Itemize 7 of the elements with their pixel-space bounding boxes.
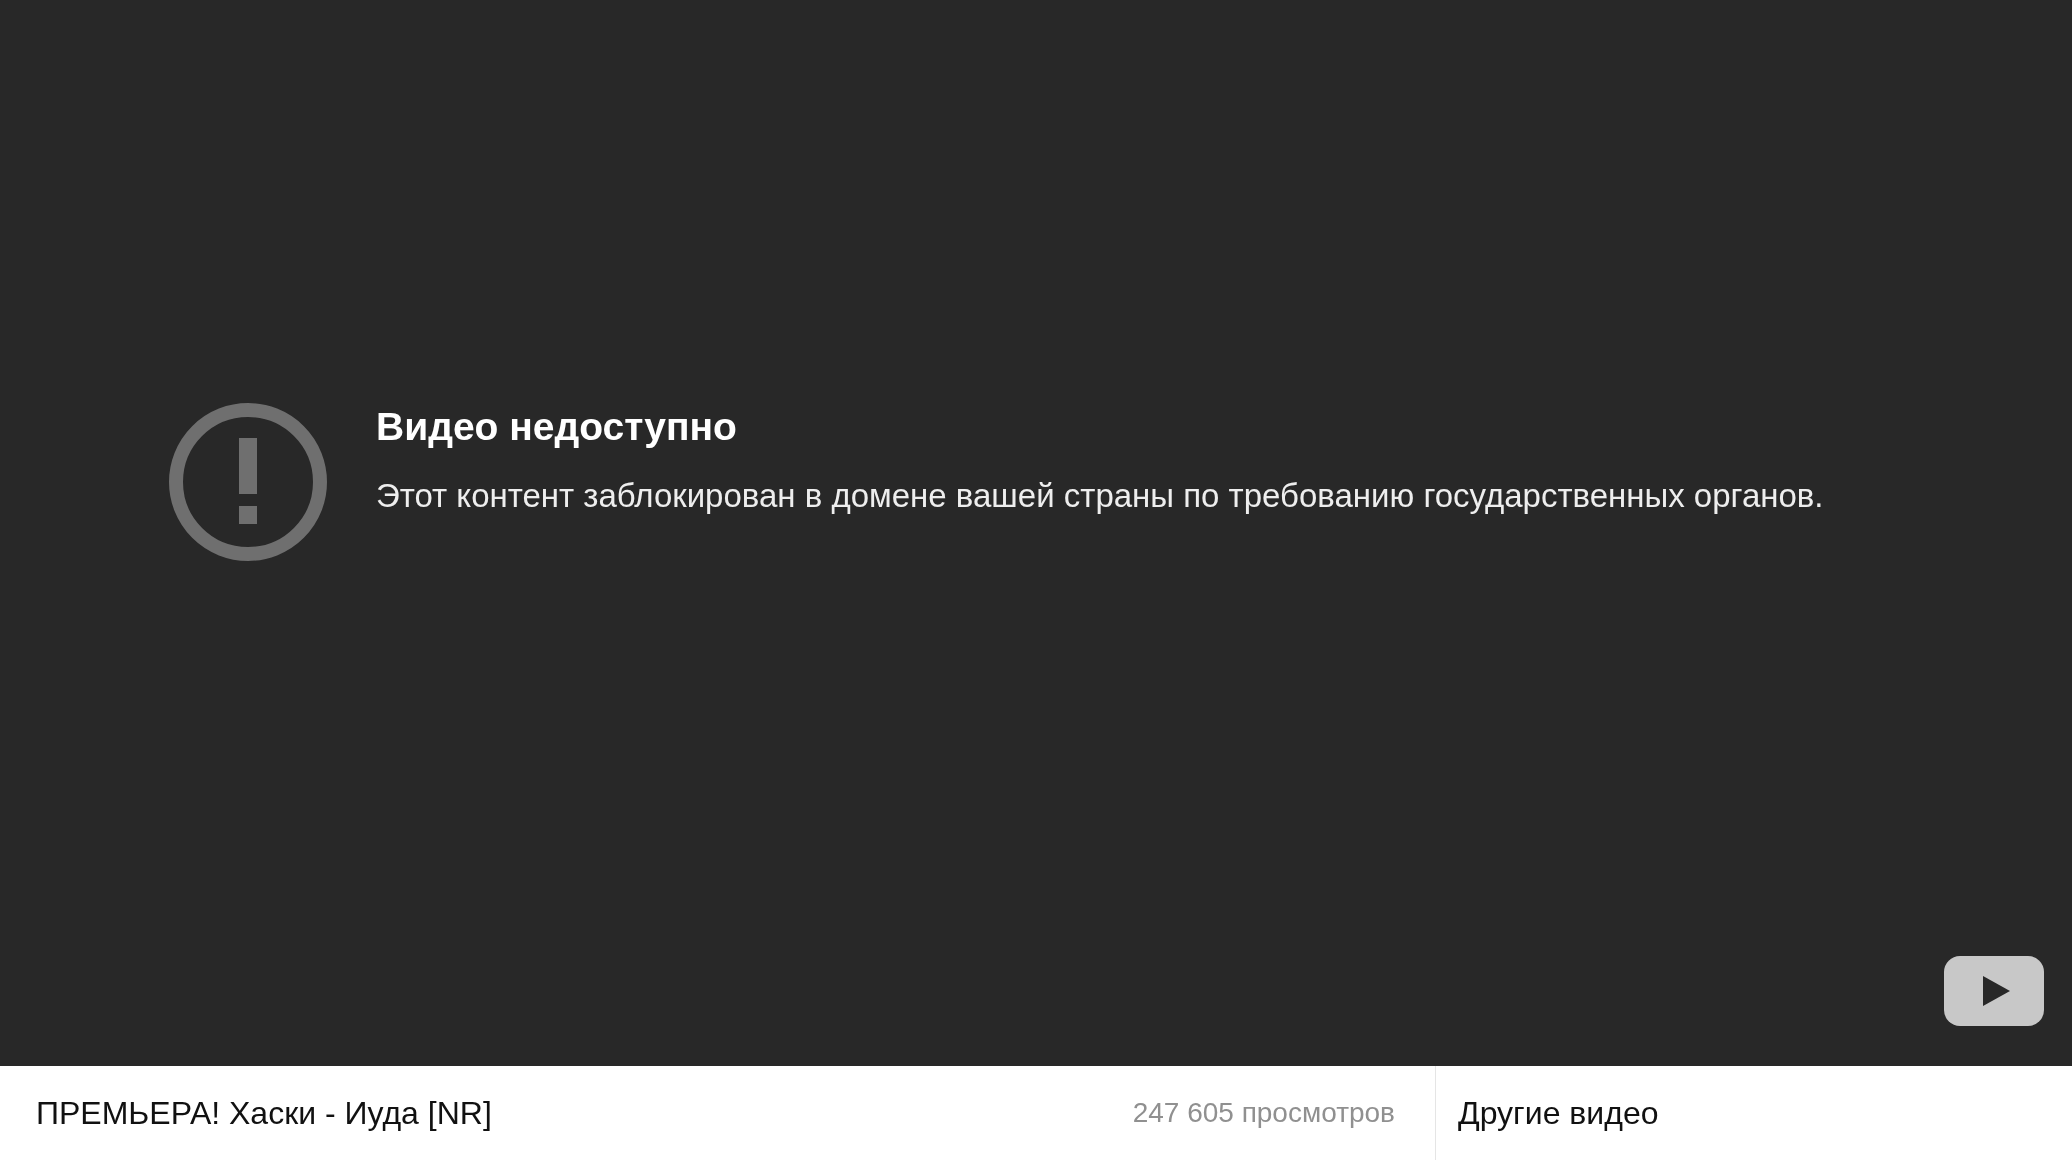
video-title: ПРЕМЬЕРА! Хаски - Иуда [NR] (36, 1094, 492, 1132)
error-title: Видео недоступно (376, 404, 738, 450)
play-logo-icon[interactable] (1944, 956, 2044, 1026)
more-videos-link[interactable]: Другие видео (1436, 1094, 1659, 1132)
view-count: 247 605 просмотров (1132, 1097, 1395, 1129)
warning-icon (168, 402, 328, 562)
error-message: Этот контент заблокирован в домене вашей страны по требованию государственных органов. (376, 476, 1824, 516)
